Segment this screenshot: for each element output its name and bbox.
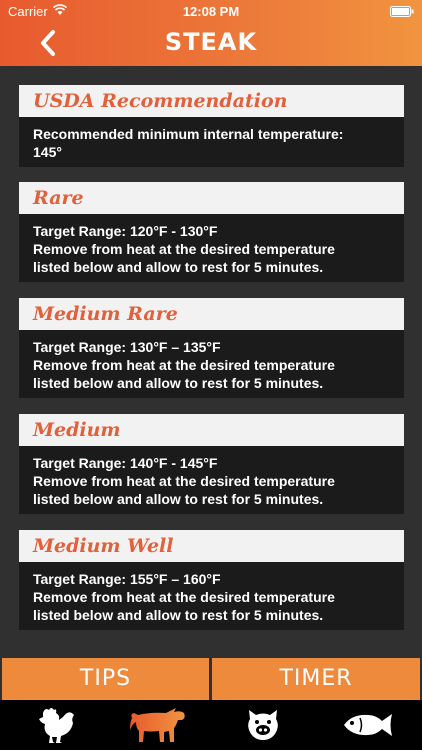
tab-beef[interactable] [108,700,208,750]
pig-icon [248,710,278,740]
card-line: listed below and allow to rest for 5 min… [33,607,324,623]
card-line: Remove from heat at the desired temperat… [33,473,335,489]
card-line: Remove from heat at the desired temperat… [33,357,335,373]
card-medium-rare: Medium Rare Target Range: 130°F – 135°F … [19,298,404,398]
page-title: STEAK [164,28,258,56]
card-body: Target Range: 130°F – 135°F Remove from … [19,330,404,398]
battery-icon [390,6,414,17]
timer-button[interactable]: TIMER [212,658,420,700]
card-rare: Rare Target Range: 120°F - 130°F Remove … [19,182,404,282]
card-heading: Medium Well [19,530,404,562]
card-body: Target Range: 140°F - 145°F Remove from … [19,446,404,514]
action-buttons: TIPS TIMER [0,658,422,700]
tab-pork[interactable] [213,700,313,750]
card-medium-well: Medium Well Target Range: 155°F – 160°F … [19,530,404,630]
card-line: Recommended minimum internal temperature… [33,126,344,142]
card-line: Target Range: 120°F - 130°F [33,223,218,239]
card-usda: USDA Recommendation Recommended minimum … [19,85,404,167]
tab-fish[interactable] [318,700,418,750]
card-line: Target Range: 130°F – 135°F [33,339,221,355]
tips-button[interactable]: TIPS [2,658,209,700]
card-body: Target Range: 120°F - 130°F Remove from … [19,214,404,282]
tab-bar [0,700,422,750]
card-line: listed below and allow to rest for 5 min… [33,491,324,507]
card-line: Target Range: 140°F - 145°F [33,455,218,471]
card-medium: Medium Target Range: 140°F - 145°F Remov… [19,414,404,514]
status-bar: Carrier 12:08 PM [0,0,422,22]
tab-chicken[interactable] [5,700,105,750]
card-line: Remove from heat at the desired temperat… [33,589,335,605]
card-line: listed below and allow to rest for 5 min… [33,259,324,275]
chicken-icon [39,708,74,743]
card-heading: Medium Rare [19,298,404,330]
fish-icon [344,714,392,736]
card-line: 145° [33,144,62,160]
card-line: Remove from heat at the desired temperat… [33,241,335,257]
card-line: Target Range: 155°F – 160°F [33,571,221,587]
card-line: listed below and allow to rest for 5 min… [33,375,324,391]
card-heading: Rare [19,182,404,214]
nav-header: Carrier 12:08 PM STEAK [0,0,422,66]
card-body: Recommended minimum internal temperature… [19,117,404,167]
card-body: Target Range: 155°F – 160°F Remove from … [19,562,404,630]
cow-icon [130,708,185,742]
card-heading: USDA Recommendation [19,85,404,117]
status-time: 12:08 PM [182,4,240,19]
card-heading: Medium [19,414,404,446]
